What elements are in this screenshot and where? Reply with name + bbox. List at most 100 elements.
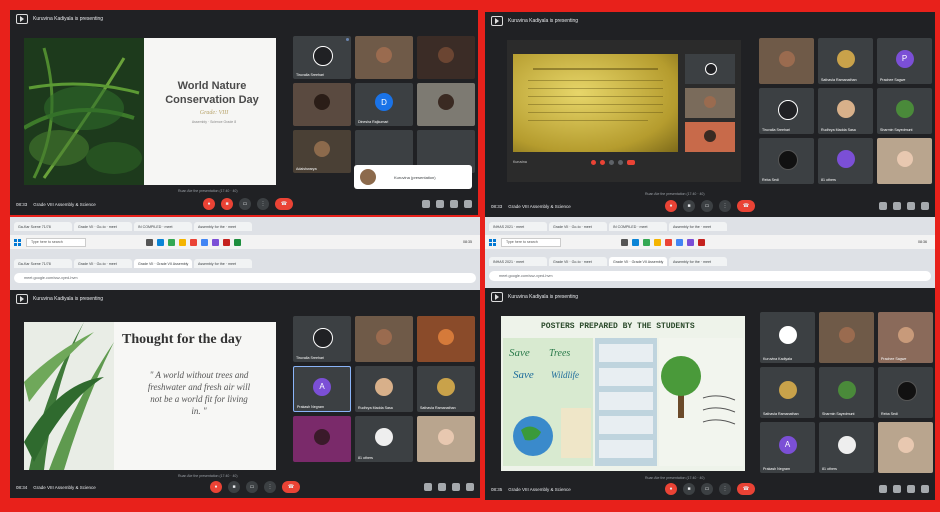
participant-tile[interactable]: Sharmin Sayedmunt	[819, 367, 874, 418]
browser-tab[interactable]: Ga-Kar Scene 71/78	[14, 259, 72, 268]
participant-tile[interactable]	[819, 312, 874, 363]
app-icon[interactable]	[190, 238, 197, 246]
leave-call-button[interactable]: ☎	[737, 483, 755, 495]
people-icon[interactable]	[438, 483, 446, 491]
app-icon[interactable]	[212, 238, 219, 246]
windows-start-icon[interactable]	[14, 238, 21, 246]
more-options-button[interactable]: ⋮	[719, 200, 731, 212]
more-options-button[interactable]: ⋮	[719, 483, 731, 495]
participant-tile[interactable]	[877, 138, 932, 184]
browser-tab[interactable]: INHAS 2021 · meet	[489, 222, 547, 231]
info-icon[interactable]	[879, 202, 887, 210]
activities-icon[interactable]	[466, 483, 474, 491]
camera-off-button[interactable]: ■	[221, 198, 233, 210]
chat-icon[interactable]	[450, 200, 458, 208]
chrome-icon[interactable]	[168, 238, 175, 246]
explorer-icon[interactable]	[654, 238, 661, 246]
participant-tile[interactable]: Adaishwarya	[293, 130, 351, 173]
participant-tile[interactable]	[417, 36, 475, 79]
activities-icon[interactable]	[464, 200, 472, 208]
browser-tab[interactable]: Assembly for the · meet	[194, 222, 252, 231]
participant-tile[interactable]	[293, 416, 351, 462]
participant-tile[interactable]: Tiruvalla Sreehari	[293, 36, 351, 79]
browser-tab[interactable]: Grade VII · Go-to · meet	[549, 257, 607, 266]
taskview-icon[interactable]	[146, 238, 153, 246]
present-button[interactable]: ▭	[701, 200, 713, 212]
explorer-icon[interactable]	[179, 238, 186, 246]
browser-tab[interactable]: Ga-Kar Scene 71/78	[14, 222, 72, 231]
browser-tab[interactable]: Assembly for the · meet	[669, 222, 727, 231]
chrome-icon[interactable]	[643, 238, 650, 246]
participant-tile[interactable]: Sathavla Ramanathan	[760, 367, 815, 418]
participant-tile[interactable]	[759, 38, 814, 84]
participant-tile[interactable]: Prachee Sagwe	[878, 312, 933, 363]
camera-button[interactable]: ■	[683, 483, 695, 495]
app-icon[interactable]	[201, 238, 208, 246]
participant-tile[interactable]	[417, 316, 475, 362]
address-bar[interactable]: meet.google.com/ssz-xyed-hvm	[489, 271, 931, 281]
browser-tab[interactable]: Grade VII · Go-to · meet	[549, 222, 607, 231]
leave-call-button[interactable]: ☎	[275, 198, 293, 210]
people-icon[interactable]	[893, 485, 901, 493]
info-icon[interactable]	[422, 200, 430, 208]
browser-tab[interactable]: IN COMPILED · meet	[609, 222, 667, 231]
activities-icon[interactable]	[921, 202, 929, 210]
browser-tab-active[interactable]: Grade VII · Grade VII Assembly	[134, 259, 192, 268]
present-button[interactable]: ▭	[239, 198, 251, 210]
participant-tile[interactable]	[417, 83, 475, 126]
activities-icon[interactable]	[921, 485, 929, 493]
participant-tile[interactable]: A Prakash Negram	[760, 422, 815, 473]
mic-off-button[interactable]: ●	[665, 483, 677, 495]
taskbar-search[interactable]: Type here to search	[26, 237, 86, 247]
participant-tile[interactable]: 81 others	[355, 416, 413, 462]
app-icon[interactable]	[234, 238, 241, 246]
leave-call-button[interactable]: ☎	[737, 200, 755, 212]
browser-tab[interactable]: Assembly for the · meet	[669, 257, 727, 266]
browser-tab[interactable]: Assembly for the · meet	[194, 259, 252, 268]
participant-tile[interactable]: Rudhrya Madda Sasa	[818, 88, 873, 134]
mic-off-button[interactable]: ●	[203, 198, 215, 210]
edge-icon[interactable]	[632, 238, 639, 246]
more-options-button[interactable]: ⋮	[264, 481, 276, 493]
mic-off-button[interactable]: ●	[665, 200, 677, 212]
people-icon[interactable]	[436, 200, 444, 208]
camera-button[interactable]: ■	[228, 481, 240, 493]
participant-tile[interactable]: D Dinesha Rajkumari	[355, 83, 413, 126]
app-icon[interactable]	[687, 238, 694, 246]
participant-tile[interactable]: Kuruvina Kadiyala	[760, 312, 815, 363]
app-icon[interactable]	[665, 238, 672, 246]
leave-call-button[interactable]: ☎	[282, 481, 300, 493]
presentation-popup[interactable]: Kuruvina (presentation)	[354, 165, 472, 189]
taskbar-search[interactable]: Type here to search	[501, 237, 561, 247]
participant-tile[interactable]: Sathavla Ramanathan	[417, 366, 475, 412]
camera-button[interactable]: ■	[683, 200, 695, 212]
participant-tile[interactable]: Rudhrya Madda Sasa	[355, 366, 413, 412]
browser-tab-active[interactable]: Grade VII · Grade VII Assembly	[609, 257, 667, 266]
present-button[interactable]: ▭	[701, 483, 713, 495]
browser-tab[interactable]: Grade VII · Go-to · meet	[74, 259, 132, 268]
participant-tile[interactable]	[355, 36, 413, 79]
mic-off-button[interactable]: ●	[210, 481, 222, 493]
info-icon[interactable]	[879, 485, 887, 493]
participant-tile[interactable]: 81 others	[818, 138, 873, 184]
participant-tile[interactable]: P Prachee Sagwe	[877, 38, 932, 84]
participant-tile[interactable]: Tiruvalla Sreehari	[759, 88, 814, 134]
taskview-icon[interactable]	[621, 238, 628, 246]
participant-tile[interactable]: A Prakash Negram	[293, 366, 351, 412]
more-options-button[interactable]: ⋮	[257, 198, 269, 210]
participant-tile[interactable]: 81 others	[819, 422, 874, 473]
present-button[interactable]: ▭	[246, 481, 258, 493]
browser-tab[interactable]: Grade VII · Go-to · meet	[74, 222, 132, 231]
edge-icon[interactable]	[157, 238, 164, 246]
windows-start-icon[interactable]	[489, 238, 496, 246]
chat-icon[interactable]	[907, 202, 915, 210]
participant-tile[interactable]: Sharmin Sayedmunt	[877, 88, 932, 134]
participant-tile[interactable]	[355, 316, 413, 362]
info-icon[interactable]	[424, 483, 432, 491]
participant-tile[interactable]	[293, 83, 351, 126]
participant-tile[interactable]	[417, 416, 475, 462]
app-icon[interactable]	[223, 238, 230, 246]
address-bar[interactable]: meet.google.com/ssz-xyed-hvm	[14, 273, 476, 283]
app-icon[interactable]	[698, 238, 705, 246]
chat-icon[interactable]	[907, 485, 915, 493]
